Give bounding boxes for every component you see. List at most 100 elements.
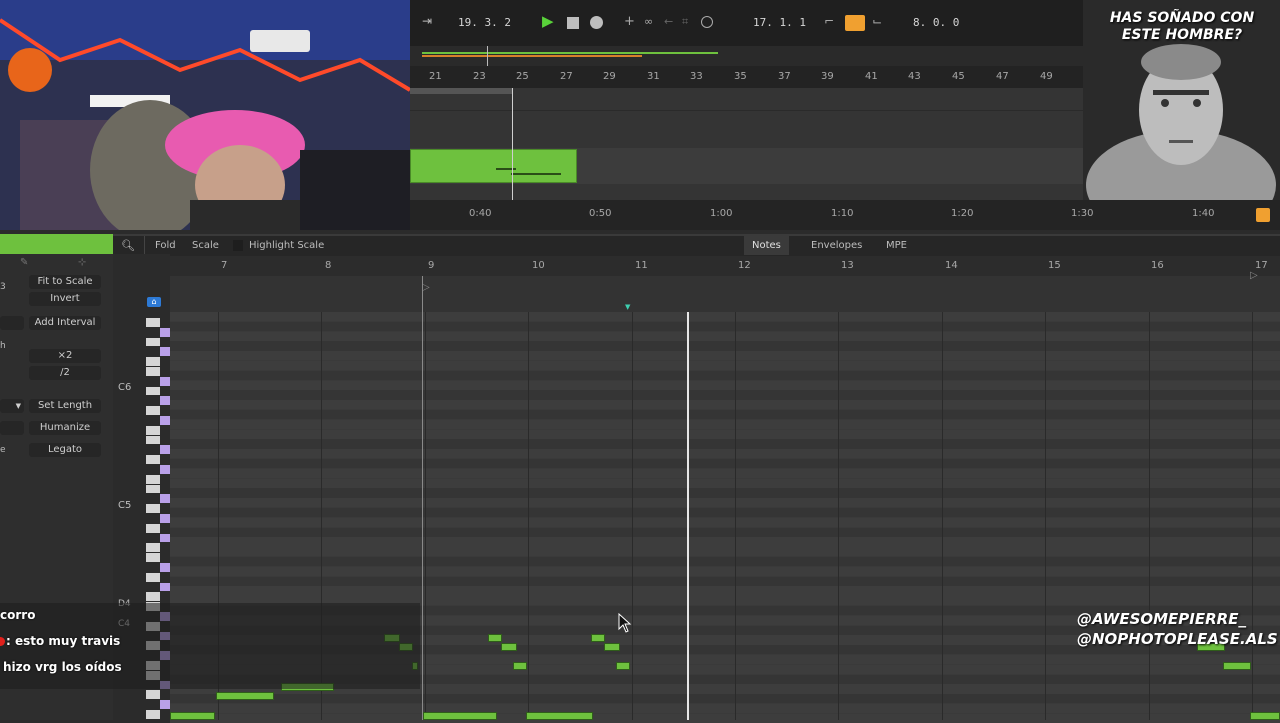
humanize-amount-field[interactable] xyxy=(0,421,24,435)
white-key[interactable] xyxy=(146,367,160,376)
note-lane[interactable] xyxy=(170,498,1280,508)
tab-envelopes[interactable]: Envelopes xyxy=(811,240,862,251)
tab-notes[interactable]: Notes xyxy=(744,236,789,255)
white-key[interactable] xyxy=(146,337,160,347)
midi-note[interactable] xyxy=(501,643,517,651)
midi-note[interactable] xyxy=(170,712,215,720)
note-lane[interactable] xyxy=(170,537,1280,547)
capture-icon[interactable]: ⌗ xyxy=(682,15,688,29)
end-marker-icon[interactable]: ▷ xyxy=(1250,270,1258,281)
black-key[interactable] xyxy=(160,494,170,504)
midi-note[interactable] xyxy=(423,712,497,720)
black-key[interactable] xyxy=(160,700,170,709)
pencil-icon[interactable]: ✎ xyxy=(20,257,28,268)
half-button[interactable]: /2 xyxy=(29,366,101,380)
add-icon[interactable]: + xyxy=(624,14,635,29)
midi-note[interactable] xyxy=(616,662,630,670)
arrangement-ruler[interactable]: 21 23 25 27 29 31 33 35 37 39 41 43 45 4… xyxy=(410,66,1083,88)
note-lane[interactable] xyxy=(170,517,1280,527)
tab-mpe[interactable]: MPE xyxy=(886,240,907,251)
white-key[interactable] xyxy=(146,386,160,396)
black-key[interactable] xyxy=(160,416,170,425)
interval-field[interactable] xyxy=(0,316,24,330)
loop-brace-lane[interactable] xyxy=(170,276,1280,312)
white-key[interactable] xyxy=(146,435,160,445)
black-key[interactable] xyxy=(160,396,170,406)
midi-note[interactable] xyxy=(216,692,274,700)
midi-note[interactable] xyxy=(591,634,605,642)
cue-marker-icon[interactable]: ▼ xyxy=(625,303,630,311)
note-lane[interactable] xyxy=(170,704,1280,714)
white-key[interactable] xyxy=(146,318,160,327)
white-key[interactable] xyxy=(146,553,160,562)
note-lane[interactable] xyxy=(170,390,1280,400)
song-position[interactable]: 19. 3. 2 xyxy=(458,16,511,29)
fold-button[interactable]: Fold xyxy=(155,240,176,251)
white-key[interactable] xyxy=(146,710,160,719)
white-key[interactable] xyxy=(146,690,160,700)
punch-out-icon[interactable]: ⌙ xyxy=(872,14,882,28)
note-lane[interactable] xyxy=(170,419,1280,429)
note-lane[interactable] xyxy=(170,370,1280,380)
legato-button[interactable]: Legato xyxy=(29,443,101,457)
note-lane[interactable] xyxy=(170,439,1280,449)
black-key[interactable] xyxy=(160,347,170,357)
invert-button[interactable]: Invert xyxy=(29,292,101,306)
white-key[interactable] xyxy=(146,474,160,484)
note-lane[interactable] xyxy=(170,576,1280,586)
note-lane[interactable] xyxy=(170,321,1280,331)
black-key[interactable] xyxy=(160,465,170,474)
highlight-scale-toggle[interactable] xyxy=(233,240,243,251)
follow-icon[interactable]: ⇥ xyxy=(422,14,432,28)
midi-note[interactable] xyxy=(604,643,620,651)
note-lane[interactable] xyxy=(170,361,1280,371)
punch-in-icon[interactable]: ⌐ xyxy=(824,14,834,28)
loop-toggle-icon[interactable] xyxy=(845,15,865,31)
white-key[interactable] xyxy=(146,523,160,533)
time-ruler[interactable]: 0:40 0:50 1:00 1:10 1:20 1:30 1:40 xyxy=(410,200,1280,230)
scale-button[interactable]: Scale xyxy=(192,240,219,251)
note-lane[interactable] xyxy=(170,312,1280,322)
note-lane[interactable] xyxy=(170,468,1280,478)
note-lane[interactable] xyxy=(170,547,1280,557)
note-lane[interactable] xyxy=(170,380,1280,390)
start-marker-icon[interactable]: ▷ xyxy=(422,282,430,293)
black-key[interactable] xyxy=(160,327,170,337)
white-key[interactable] xyxy=(146,484,160,494)
note-lane[interactable] xyxy=(170,410,1280,420)
stop-icon[interactable] xyxy=(567,17,579,29)
note-lane[interactable] xyxy=(170,557,1280,567)
black-key[interactable] xyxy=(160,563,170,572)
note-lane[interactable] xyxy=(170,586,1280,596)
clip-title-bar[interactable] xyxy=(0,234,113,254)
note-lane[interactable] xyxy=(170,400,1280,410)
midi-note[interactable] xyxy=(1223,662,1251,670)
white-key[interactable] xyxy=(146,455,160,464)
overview-strip[interactable] xyxy=(410,46,1083,66)
play-icon[interactable]: ▶ xyxy=(542,12,554,30)
note-lane[interactable] xyxy=(170,478,1280,488)
fold-marker-icon[interactable]: ⌂ xyxy=(147,297,161,307)
loop-length[interactable]: 8. 0. 0 xyxy=(913,16,959,29)
midi-clip[interactable] xyxy=(410,149,577,183)
note-lane[interactable] xyxy=(170,694,1280,704)
grid-icon[interactable]: ⊹ xyxy=(78,257,86,268)
note-lane[interactable] xyxy=(170,713,1280,723)
note-lane[interactable] xyxy=(170,429,1280,439)
length-dropdown[interactable]: ▼ xyxy=(0,399,24,413)
white-key[interactable] xyxy=(146,425,160,435)
set-length-button[interactable]: Set Length xyxy=(29,399,101,413)
note-lane[interactable] xyxy=(170,331,1280,341)
note-lane[interactable] xyxy=(170,351,1280,361)
black-key[interactable] xyxy=(160,376,170,386)
black-key[interactable] xyxy=(160,533,170,543)
black-key[interactable] xyxy=(160,514,170,523)
midi-note[interactable] xyxy=(488,634,502,642)
note-lane[interactable] xyxy=(170,459,1280,469)
search-icon[interactable]: 🔍︎ xyxy=(121,239,135,252)
back-to-arrangement-icon[interactable]: ← xyxy=(664,15,673,28)
note-lane[interactable] xyxy=(170,341,1280,351)
white-key[interactable] xyxy=(146,357,160,366)
record-icon[interactable] xyxy=(590,16,603,29)
loop-start[interactable]: 17. 1. 1 xyxy=(753,16,806,29)
